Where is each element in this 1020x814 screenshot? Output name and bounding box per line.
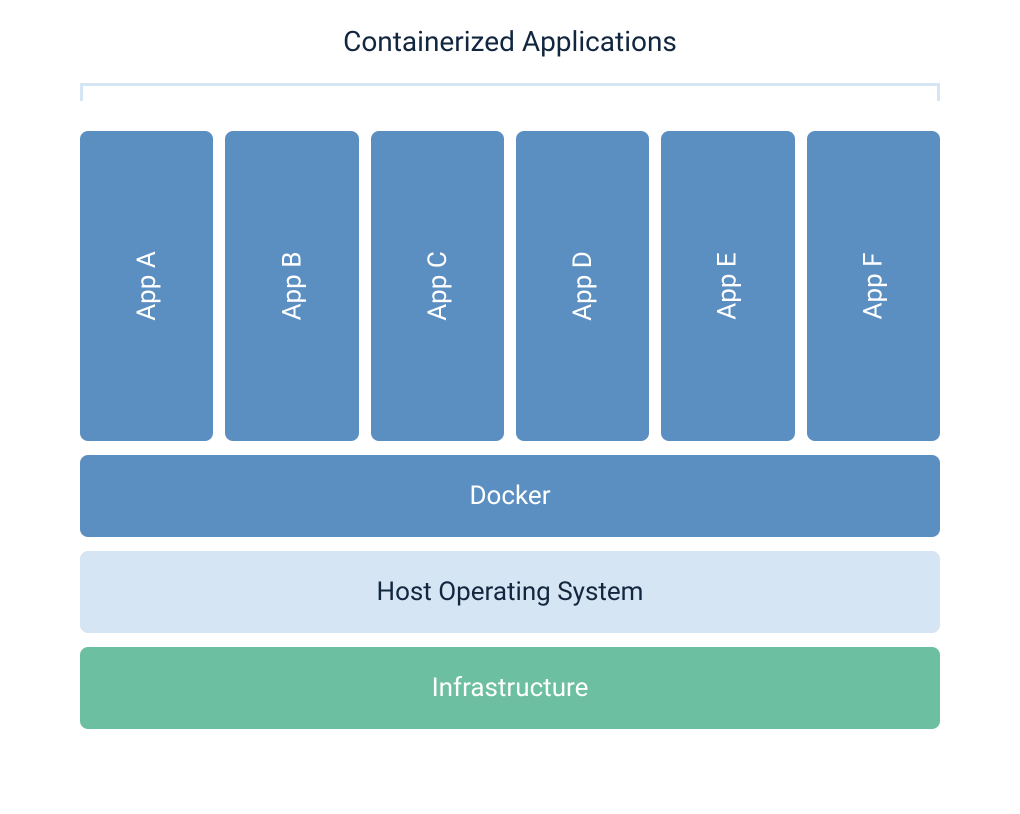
app-label-c: App C: [422, 251, 452, 321]
app-box-c: App C: [371, 131, 504, 441]
layer-infrastructure: Infrastructure: [80, 647, 940, 729]
layer-docker-label: Docker: [469, 481, 550, 511]
app-label-a: App A: [132, 251, 162, 321]
layer-host-label: Host Operating System: [377, 577, 644, 607]
app-label-e: App E: [713, 252, 743, 319]
layer-docker: Docker: [80, 455, 940, 537]
layer-host: Host Operating System: [80, 551, 940, 633]
bracket-decorator: [80, 83, 940, 101]
app-label-d: App D: [568, 251, 598, 321]
app-label-f: App F: [858, 253, 888, 320]
app-label-b: App B: [277, 252, 307, 321]
apps-row: App A App B App C App D App E App F: [80, 131, 940, 441]
app-box-d: App D: [516, 131, 649, 441]
app-box-a: App A: [80, 131, 213, 441]
app-box-b: App B: [225, 131, 358, 441]
app-box-f: App F: [807, 131, 940, 441]
diagram-title: Containerized Applications: [80, 25, 940, 58]
app-box-e: App E: [661, 131, 794, 441]
layer-infrastructure-label: Infrastructure: [432, 673, 589, 703]
